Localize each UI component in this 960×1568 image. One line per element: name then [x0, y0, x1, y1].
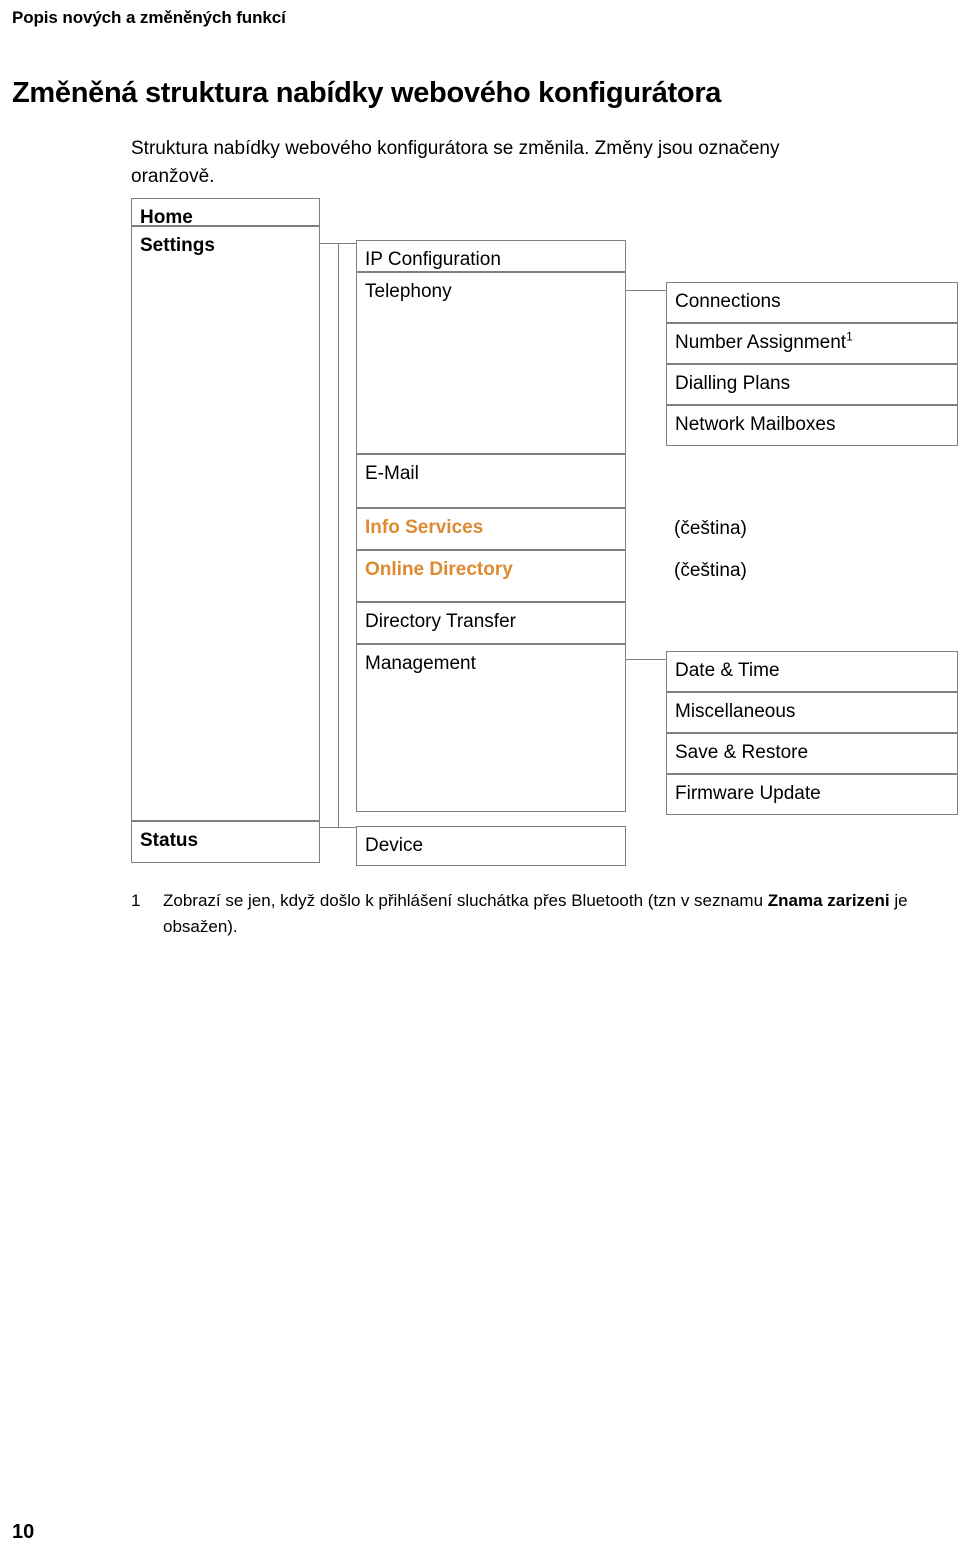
node-online-directory-label: Online Directory: [365, 559, 513, 580]
node-settings-label: Settings: [140, 235, 215, 256]
node-directory-transfer[interactable]: Directory Transfer: [356, 602, 626, 644]
node-firmware-update-label: Firmware Update: [675, 783, 821, 804]
footnote-text-bold: Znama zarizeni: [767, 891, 890, 910]
connector-settings-to-ipconfig: [320, 243, 356, 244]
node-ip-configuration-label: IP Configuration: [365, 249, 501, 270]
node-dialling-plans-label: Dialling Plans: [675, 373, 791, 394]
node-status-label: Status: [140, 830, 199, 851]
node-home-label: Home: [140, 207, 193, 228]
node-telephony[interactable]: Telephony: [356, 272, 626, 454]
node-network-mailboxes-label: Network Mailboxes: [675, 414, 836, 435]
node-save-restore-label: Save & Restore: [675, 742, 809, 763]
footnote-text: Zobrazí se jen, když došlo k přihlášení …: [163, 888, 951, 940]
node-info-services[interactable]: Info Services: [356, 508, 626, 550]
node-email-label: E-Mail: [365, 463, 419, 484]
node-status[interactable]: Status: [131, 821, 320, 863]
node-connections-label: Connections: [675, 291, 781, 312]
node-management[interactable]: Management: [356, 644, 626, 812]
page-number: 10: [12, 1521, 35, 1543]
node-date-time[interactable]: Date & Time: [666, 651, 958, 692]
node-number-assignment[interactable]: Number Assignment1: [666, 323, 958, 364]
annotation-info-services-language-text: (čeština): [674, 518, 747, 539]
node-management-label: Management: [365, 653, 476, 674]
node-online-directory[interactable]: Online Directory: [356, 550, 626, 602]
node-telephony-label: Telephony: [365, 281, 452, 302]
node-device[interactable]: Device: [356, 826, 626, 866]
annotation-info-services-language: (čeština): [674, 519, 747, 539]
node-connections[interactable]: Connections: [666, 282, 958, 323]
node-network-mailboxes[interactable]: Network Mailboxes: [666, 405, 958, 446]
connector-spine-to-device: [320, 827, 356, 828]
node-settings[interactable]: Settings: [131, 226, 320, 821]
menu-structure-diagram: Home Settings Status IP Configuration Te…: [0, 0, 960, 880]
footnote-text-part1: Zobrazí se jen, když došlo k přihlášení …: [163, 891, 768, 910]
node-save-restore[interactable]: Save & Restore: [666, 733, 958, 774]
node-number-assignment-footnote-marker: 1: [846, 329, 853, 344]
node-home[interactable]: Home: [131, 198, 320, 228]
connector-settings-spine: [338, 243, 339, 827]
node-miscellaneous[interactable]: Miscellaneous: [666, 692, 958, 733]
node-date-time-label: Date & Time: [675, 660, 780, 681]
node-miscellaneous-label: Miscellaneous: [675, 701, 796, 722]
annotation-online-directory-language: (čeština): [674, 561, 747, 581]
annotation-online-directory-language-text: (čeština): [674, 560, 747, 581]
node-firmware-update[interactable]: Firmware Update: [666, 774, 958, 815]
node-info-services-label: Info Services: [365, 517, 484, 538]
footnote-marker: 1: [131, 891, 141, 910]
connector-management-to-datetime: [626, 659, 666, 660]
node-device-label: Device: [365, 835, 424, 856]
footnote: 1 Zobrazí se jen, když došlo k přihlášen…: [131, 888, 951, 940]
node-email[interactable]: E-Mail: [356, 454, 626, 508]
node-ip-configuration[interactable]: IP Configuration: [356, 240, 626, 272]
node-directory-transfer-label: Directory Transfer: [365, 611, 516, 632]
node-dialling-plans[interactable]: Dialling Plans: [666, 364, 958, 405]
node-number-assignment-label: Number Assignment: [675, 332, 847, 353]
connector-telephony-to-connections: [626, 290, 666, 291]
